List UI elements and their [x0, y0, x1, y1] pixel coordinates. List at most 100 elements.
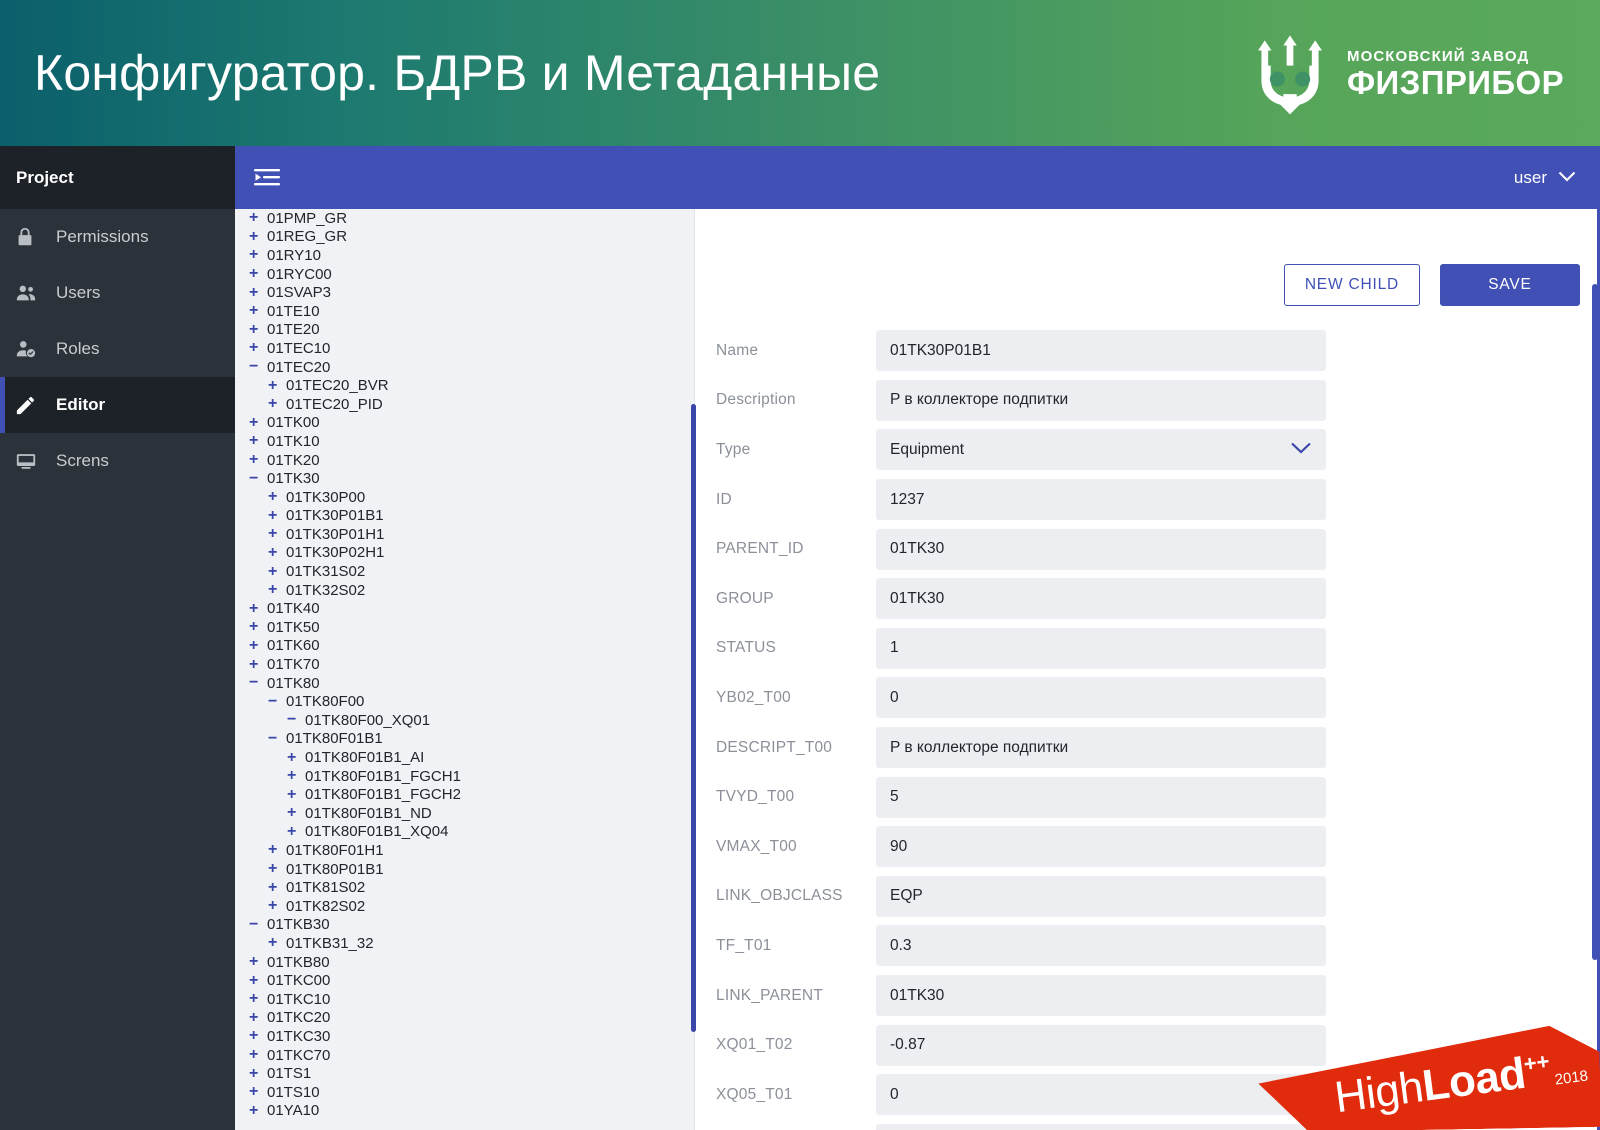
expand-node-icon[interactable]: + — [249, 656, 264, 674]
tree-node[interactable]: +01TK80P01B1 — [235, 860, 694, 879]
property-field-input[interactable]: 1237 — [876, 479, 1326, 521]
expand-node-icon[interactable]: + — [268, 841, 283, 859]
tree-node[interactable]: +01TK82S02 — [235, 897, 694, 916]
tree-node[interactable]: +01PMP_GR — [235, 209, 694, 228]
collapse-node-icon[interactable]: − — [249, 674, 264, 692]
sidebar-item-roles[interactable]: Roles — [0, 321, 235, 377]
expand-node-icon[interactable]: + — [268, 581, 283, 599]
tree-node[interactable]: −01TKB30 — [235, 916, 694, 935]
tree-node[interactable]: +01TKC70 — [235, 1046, 694, 1065]
expand-node-icon[interactable]: + — [268, 879, 283, 897]
sidebar-item-permissions[interactable]: Permissions — [0, 209, 235, 265]
tree-node[interactable]: +01TKB80 — [235, 953, 694, 972]
tree-node[interactable]: +01YA10 — [235, 1102, 694, 1121]
tree-node[interactable]: +01TKC30 — [235, 1027, 694, 1046]
expand-node-icon[interactable]: + — [249, 1083, 264, 1101]
expand-node-icon[interactable]: + — [268, 897, 283, 915]
tree-node[interactable]: +01TKC20 — [235, 1009, 694, 1028]
tree-node[interactable]: +01TK60 — [235, 637, 694, 656]
expand-node-icon[interactable]: + — [268, 395, 283, 413]
form-scrollbar[interactable] — [691, 404, 696, 1032]
sidebar-item-editor[interactable]: Editor — [0, 377, 235, 433]
expand-node-icon[interactable]: + — [287, 804, 302, 822]
expand-node-icon[interactable]: + — [249, 618, 264, 636]
expand-node-icon[interactable]: + — [249, 246, 264, 264]
expand-node-icon[interactable]: + — [249, 265, 264, 283]
expand-node-icon[interactable]: + — [249, 284, 264, 302]
expand-node-icon[interactable]: + — [249, 1046, 264, 1064]
expand-node-icon[interactable]: + — [249, 339, 264, 357]
property-field-input[interactable]: 5 — [876, 776, 1326, 818]
expand-node-icon[interactable]: + — [268, 525, 283, 543]
expand-node-icon[interactable]: + — [249, 1027, 264, 1045]
expand-node-icon[interactable]: + — [268, 377, 283, 395]
expand-node-icon[interactable]: + — [268, 507, 283, 525]
property-field-input[interactable]: P в коллекторе подпитки — [876, 727, 1326, 769]
expand-node-icon[interactable]: + — [249, 972, 264, 990]
expand-node-icon[interactable]: + — [249, 1065, 264, 1083]
property-field-input[interactable]: 90 — [876, 826, 1326, 868]
property-field-input[interactable]: P в коллекторе подпитки — [876, 379, 1326, 421]
tree-node[interactable]: +01TE20 — [235, 321, 694, 340]
tree-node[interactable]: +01TK30P01B1 — [235, 507, 694, 526]
tree-node[interactable]: +01TEC20_PID — [235, 395, 694, 414]
expand-node-icon[interactable]: + — [249, 228, 264, 246]
tree-node[interactable]: +01TK10 — [235, 432, 694, 451]
tree-node[interactable]: +01TEC20_BVR — [235, 376, 694, 395]
tree-node[interactable]: +01TK30P01H1 — [235, 525, 694, 544]
tree-node[interactable]: +01TS10 — [235, 1083, 694, 1102]
tree-node[interactable]: −01TK30 — [235, 469, 694, 488]
tree-node[interactable]: +01TE10 — [235, 302, 694, 321]
expand-node-icon[interactable]: + — [249, 990, 264, 1008]
expand-node-icon[interactable]: + — [249, 209, 264, 227]
expand-node-icon[interactable]: + — [287, 823, 302, 841]
tree-node[interactable]: +01RY10 — [235, 246, 694, 265]
sidebar-item-screns[interactable]: Screns — [0, 433, 235, 489]
property-field-input[interactable]: 0 — [876, 1074, 1326, 1116]
collapse-node-icon[interactable]: − — [268, 730, 283, 748]
expand-node-icon[interactable]: + — [287, 786, 302, 804]
tree-node[interactable]: +01TK40 — [235, 599, 694, 618]
expand-node-icon[interactable]: + — [249, 414, 264, 432]
tree-node[interactable]: +01TK81S02 — [235, 878, 694, 897]
expand-node-icon[interactable]: + — [249, 1009, 264, 1027]
property-field-input[interactable]: 0 — [876, 1123, 1326, 1130]
collapse-node-icon[interactable]: − — [249, 470, 264, 488]
tree-node[interactable]: +01TEC10 — [235, 339, 694, 358]
save-button[interactable]: SAVE — [1440, 264, 1580, 306]
sidebar-item-users[interactable]: Users — [0, 265, 235, 321]
tree-node[interactable]: +01TKC10 — [235, 990, 694, 1009]
collapse-node-icon[interactable]: − — [249, 916, 264, 934]
tree-node[interactable]: +01TK30P02H1 — [235, 544, 694, 563]
expand-node-icon[interactable]: + — [287, 767, 302, 785]
expand-node-icon[interactable]: + — [249, 302, 264, 320]
property-field-input[interactable]: 01TK30 — [876, 578, 1326, 620]
collapse-node-icon[interactable]: − — [287, 711, 302, 729]
tree-node[interactable]: +01TK00 — [235, 414, 694, 433]
expand-node-icon[interactable]: + — [268, 563, 283, 581]
tree-node[interactable]: +01TKB31_32 — [235, 934, 694, 953]
new-child-button[interactable]: NEW CHILD — [1283, 264, 1420, 306]
property-field-select[interactable]: Equipment — [876, 429, 1326, 471]
expand-node-icon[interactable]: + — [249, 637, 264, 655]
collapse-node-icon[interactable]: − — [268, 693, 283, 711]
tree-node[interactable]: +01TK30P00 — [235, 488, 694, 507]
property-field-input[interactable]: 01TK30 — [876, 975, 1326, 1017]
expand-node-icon[interactable]: + — [268, 544, 283, 562]
expand-node-icon[interactable]: + — [268, 860, 283, 878]
tree-node[interactable]: −01TEC20 — [235, 358, 694, 377]
chevron-down-icon[interactable] — [1290, 441, 1312, 460]
tree-node[interactable]: +01TK80F01B1_FGCH1 — [235, 767, 694, 786]
tree-node[interactable]: +01TK20 — [235, 451, 694, 470]
tree-node[interactable]: +01TK80F01B1_FGCH2 — [235, 785, 694, 804]
property-field-input[interactable]: 1 — [876, 627, 1326, 669]
expand-node-icon[interactable]: + — [249, 451, 264, 469]
property-field-input[interactable]: -0.87 — [876, 1024, 1326, 1066]
tree-node[interactable]: +01TK80F01B1_ND — [235, 804, 694, 823]
tree-node[interactable]: +01TK32S02 — [235, 581, 694, 600]
user-menu[interactable]: user — [1514, 168, 1576, 188]
tree-node[interactable]: −01TK80F00_XQ01 — [235, 711, 694, 730]
expand-node-icon[interactable]: + — [249, 600, 264, 618]
tree-node[interactable]: −01TK80F00 — [235, 692, 694, 711]
property-field-input[interactable]: 0.3 — [876, 925, 1326, 967]
